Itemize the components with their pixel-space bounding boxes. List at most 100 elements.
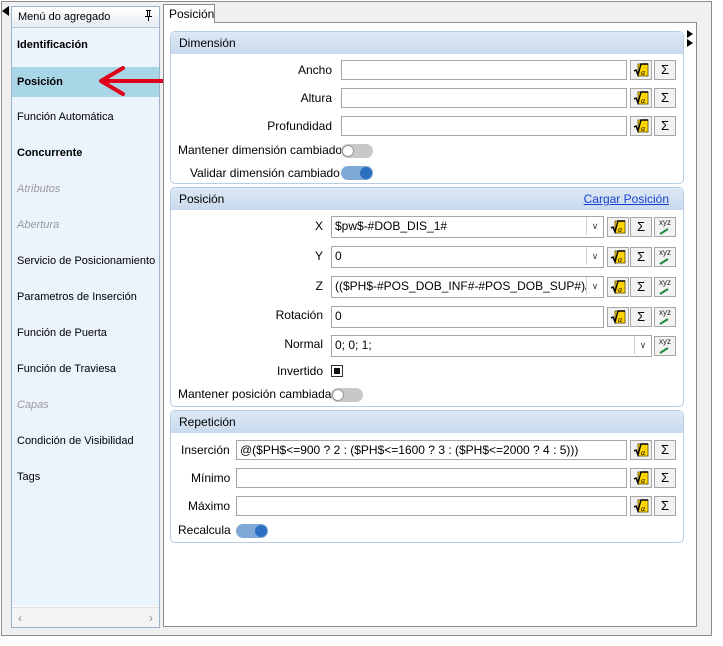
chevron-down-icon[interactable]: ∨ — [586, 277, 603, 295]
sidebar-horizontal-scrollbar[interactable]: ‹ › — [12, 607, 159, 627]
dimension-header: Dimensión — [171, 32, 683, 54]
y-label: Y — [314, 249, 323, 263]
cargar-posicion-link[interactable]: Cargar Posición — [584, 192, 669, 206]
altura-formula-button[interactable]: a — [630, 88, 652, 108]
minimo-formula-button[interactable]: a — [630, 468, 652, 488]
maximo-sum-button[interactable]: Σ — [654, 496, 676, 516]
chevron-down-icon[interactable]: ∨ — [634, 336, 651, 354]
svg-text:a: a — [641, 448, 645, 457]
minimo-sum-button[interactable]: Σ — [654, 468, 676, 488]
xyz-pick-icon: xyz — [659, 278, 671, 287]
sidebar-item-funcion-automatica[interactable]: Función Automática — [12, 102, 159, 132]
scroll-right-icon[interactable]: › — [149, 611, 153, 625]
svg-text:a: a — [641, 124, 645, 133]
normal-combo[interactable]: 0; 0; 1; ∨ — [331, 335, 652, 357]
sidebar-item-funcion-traviesa[interactable]: Función de Traviesa — [12, 354, 159, 384]
y-pick-xyz-button[interactable]: xyz — [654, 247, 676, 267]
chevron-down-icon[interactable]: ∨ — [586, 217, 603, 235]
scroll-down-icon[interactable] — [687, 39, 693, 47]
ancho-field[interactable] — [341, 60, 627, 80]
normal-value: 0; 0; 1; — [335, 338, 372, 352]
svg-text:a: a — [618, 255, 622, 264]
scroll-up-icon[interactable] — [687, 30, 693, 38]
rotacion-pick-xyz-button[interactable]: xyz — [654, 307, 676, 327]
sidebar-item-parametros-insercion[interactable]: Parametros de Inserción — [12, 282, 159, 312]
insercion-label: Inserción — [181, 443, 230, 457]
sidebar-item-abertura: Abertura — [17, 219, 60, 231]
scroll-left-icon[interactable]: ‹ — [18, 611, 22, 625]
mantener-dimension-toggle[interactable] — [341, 144, 373, 158]
sidebar-item-tags[interactable]: Tags — [12, 462, 159, 492]
dimension-title: Dimensión — [179, 36, 236, 50]
aggregate-menu-header: Menú do agregado — [12, 7, 159, 28]
xyz-pick-icon: xyz — [659, 337, 671, 346]
z-pick-xyz-button[interactable]: xyz — [654, 277, 676, 297]
profundidad-field[interactable] — [341, 116, 627, 136]
rotacion-sum-button[interactable]: Σ — [630, 307, 652, 327]
altura-field[interactable] — [341, 88, 627, 108]
xyz-pick-icon: xyz — [659, 308, 671, 317]
altura-label: Altura — [300, 91, 332, 105]
y-combo[interactable]: 0 ∨ — [331, 246, 604, 268]
sidebar-item-servicio-posicionamiento[interactable]: Servicio de Posicionamiento — [12, 246, 159, 276]
z-sum-button[interactable]: Σ — [630, 277, 652, 297]
z-formula-button[interactable]: a — [607, 277, 629, 297]
minimo-field[interactable] — [236, 468, 627, 488]
formula-icon: a — [610, 220, 626, 234]
sidebar-item-funcion-puerta[interactable]: Función de Puerta — [12, 318, 159, 348]
pin-icon[interactable] — [144, 10, 153, 24]
formula-icon: a — [610, 310, 626, 324]
svg-text:a: a — [618, 225, 622, 234]
validar-dimension-label: Validar dimensión cambiado — [190, 166, 340, 180]
svg-text:a: a — [641, 476, 645, 485]
profundidad-formula-button[interactable]: a — [630, 116, 652, 136]
mantener-dimension-label: Mantener dimensión cambiado — [178, 143, 343, 157]
rotacion-label: Rotación — [275, 308, 323, 322]
rotacion-formula-button[interactable]: a — [607, 307, 629, 327]
tab-posicion[interactable]: Posición — [163, 4, 215, 23]
posicion-title: Posición — [179, 192, 225, 206]
formula-icon: a — [610, 280, 626, 294]
maximo-field[interactable] — [236, 496, 627, 516]
checkbox-mark-icon — [334, 368, 340, 374]
rotacion-field[interactable]: 0 — [331, 306, 604, 328]
y-sum-button[interactable]: Σ — [630, 247, 652, 267]
sidebar-item-identificacion[interactable]: Identificación — [12, 30, 159, 60]
x-pick-xyz-button[interactable]: xyz — [654, 217, 676, 237]
maximo-formula-button[interactable]: a — [630, 496, 652, 516]
posicion-header: Posición Cargar Posición — [171, 188, 683, 210]
x-combo[interactable]: $pw$-#DOB_DIS_1# ∨ — [331, 216, 604, 238]
svg-text:a: a — [618, 285, 622, 294]
x-sum-button[interactable]: Σ — [630, 217, 652, 237]
normal-pick-xyz-button[interactable]: xyz — [654, 336, 676, 356]
sidebar-item-condicion-visibilidad[interactable]: Condición de Visibilidad — [12, 426, 159, 456]
formula-icon: a — [633, 119, 649, 133]
mantener-posicion-toggle[interactable] — [331, 388, 363, 402]
y-formula-button[interactable]: a — [607, 247, 629, 267]
sidebar-item-concurrente[interactable]: Concurrente — [12, 138, 159, 168]
insercion-formula-button[interactable]: a — [630, 440, 652, 460]
invertido-label: Invertido — [276, 364, 323, 378]
formula-icon: a — [633, 471, 649, 485]
x-formula-button[interactable]: a — [607, 217, 629, 237]
minimo-label: Mínimo — [191, 471, 231, 485]
mantener-posicion-label: Mantener posición cambiada — [178, 387, 332, 401]
ancho-sum-button[interactable]: Σ — [654, 60, 676, 80]
chevron-down-icon[interactable]: ∨ — [586, 247, 603, 265]
insercion-field[interactable]: @($PH$<=900 ? 2 : ($PH$<=1600 ? 3 : ($PH… — [236, 440, 627, 460]
recalcula-toggle[interactable] — [236, 524, 268, 538]
profundidad-sum-button[interactable]: Σ — [654, 116, 676, 136]
z-combo[interactable]: (($PH$-#POS_DOB_INF#-#POS_DOB_SUP#)/2) ∨ — [331, 276, 604, 298]
aggregate-menu-panel: Menú do agregado Identificación Posición… — [11, 6, 160, 628]
collapse-left-icon[interactable] — [2, 6, 9, 16]
invertido-checkbox[interactable] — [331, 365, 343, 377]
profundidad-label: Profundidad — [267, 119, 332, 133]
validar-dimension-toggle[interactable] — [341, 166, 373, 180]
altura-sum-button[interactable]: Σ — [654, 88, 676, 108]
insercion-sum-button[interactable]: Σ — [654, 440, 676, 460]
formula-icon: a — [633, 91, 649, 105]
ancho-formula-button[interactable]: a — [630, 60, 652, 80]
sidebar-item-atributos: Atributos — [17, 183, 61, 195]
toggle-knob — [360, 167, 372, 179]
xyz-pick-icon: xyz — [659, 218, 671, 227]
